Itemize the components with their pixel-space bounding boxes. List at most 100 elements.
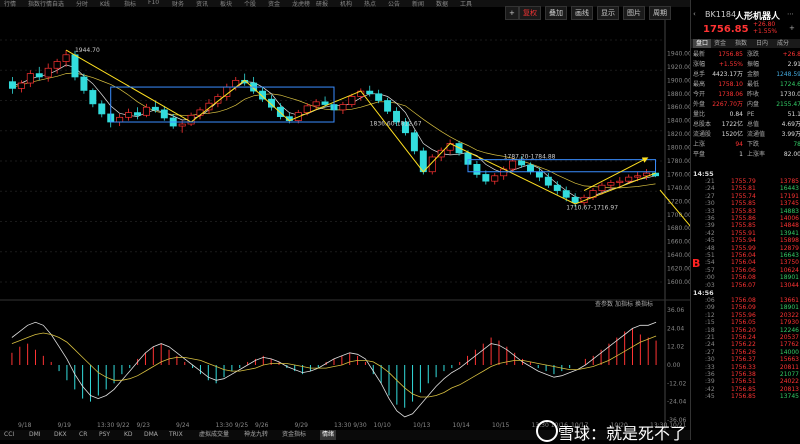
- tick-time: :36: [705, 371, 715, 378]
- macd-tool-link[interactable]: 查参数: [595, 300, 613, 308]
- indicator-tab[interactable]: DKX: [54, 430, 67, 440]
- quote-panel: BK1184 人形机器人 1756.85 +26.80 +1.55% ‹ ⋯ +…: [690, 0, 800, 440]
- date-label: 13:30 9/30: [334, 422, 367, 429]
- candle: [80, 73, 88, 94]
- range1-label: 1836.60-1812.67: [370, 120, 422, 127]
- quote-label: 今开: [693, 91, 706, 98]
- quote-label: 平盘: [693, 151, 706, 158]
- toolbar-button[interactable]: 图片: [623, 6, 645, 20]
- tick-price: 1756.33: [731, 363, 756, 371]
- candle-body: [473, 164, 481, 175]
- indicator-tab[interactable]: DMA: [144, 430, 158, 440]
- candle-body: [535, 171, 543, 178]
- candle-body: [634, 175, 642, 178]
- price-tick-label: 1880.00: [667, 91, 690, 98]
- tick-volume: 15898: [779, 237, 799, 245]
- quote-label: PE: [747, 111, 755, 118]
- tick-volume: 14883: [779, 207, 799, 215]
- quote-value: 1248.59: [776, 71, 800, 78]
- add-watchlist-icon[interactable]: +: [789, 24, 795, 32]
- macd-tool-link[interactable]: 换指标: [635, 300, 653, 308]
- quote-tab[interactable]: 盘口: [693, 39, 712, 48]
- toolbar-button[interactable]: 复权: [519, 6, 541, 20]
- quote-row: 量比 0.84 PE 51.1: [691, 110, 800, 120]
- toolbar-button[interactable]: 周期: [649, 6, 671, 20]
- tick-time: :51: [705, 252, 715, 259]
- quote-label: 外盘: [693, 101, 706, 108]
- candle: [8, 76, 16, 94]
- candle: [62, 50, 70, 67]
- quote-value: 3.99万: [781, 131, 800, 138]
- change-value: +26.80: [753, 21, 776, 28]
- tick-row: :36 1756.38 21077: [691, 371, 800, 378]
- quote-tab[interactable]: 日内: [756, 39, 768, 48]
- indicator-tab[interactable]: PSY: [99, 430, 110, 440]
- tick-row: :27 1755.74 17191: [691, 193, 800, 200]
- tick-price: 1756.20: [731, 326, 756, 334]
- tick-row: :06 1756.08 13661: [691, 297, 800, 304]
- tick-row: :57 1756.06 10624: [691, 267, 800, 274]
- indicator-tab[interactable]: DMI: [29, 430, 41, 440]
- more-icon[interactable]: ⋯: [787, 10, 794, 18]
- macd-tick-label: 0.00: [667, 362, 681, 369]
- macd-tool-link[interactable]: 加指标: [615, 300, 633, 308]
- indicator-tab[interactable]: TRIX: [169, 430, 183, 440]
- quote-value: 0.84: [729, 111, 743, 118]
- zoom-in-button[interactable]: +: [505, 6, 519, 20]
- date-label: 9/26: [255, 422, 269, 429]
- low-price-label: 1710.67-1716.97: [566, 204, 618, 211]
- quote-row: 涨幅 +1.55% 振幅 2.91: [691, 60, 800, 70]
- buy-marker-label: B: [692, 257, 701, 270]
- quote-tab[interactable]: 资金: [714, 39, 726, 48]
- tick-time: :09: [705, 304, 715, 312]
- tick-price: 1755.99: [731, 244, 756, 252]
- indicator-tab[interactable]: KD: [124, 430, 133, 440]
- candle: [169, 113, 177, 129]
- candle-body: [410, 132, 418, 152]
- tick-row: :21 1756.24 20537: [691, 334, 800, 341]
- candle-body: [616, 180, 624, 183]
- toolbar-button[interactable]: 显示: [597, 6, 619, 20]
- back-icon[interactable]: ‹: [693, 10, 696, 18]
- tick-price: 1755.83: [731, 207, 756, 215]
- price-tick-label: 1940.00: [667, 50, 690, 57]
- quote-tab[interactable]: 指数: [735, 39, 747, 48]
- quote-value: 82.00: [783, 151, 800, 158]
- indicator-tab[interactable]: CCI: [4, 430, 14, 440]
- date-label: 10/13: [413, 422, 430, 429]
- indicator-tab[interactable]: 情绪: [320, 430, 337, 440]
- quote-label: 总股本: [693, 121, 712, 128]
- tick-volume: 13750: [779, 259, 799, 267]
- candle-body: [134, 112, 141, 116]
- tick-volume: 14000: [779, 348, 799, 356]
- kline-chart[interactable]: 1940.00 1920.00 1900.00 1880.00 1860.00 1840.…: [0, 0, 690, 440]
- toolbar-button[interactable]: 叠加: [545, 6, 567, 20]
- candle-body: [509, 160, 517, 170]
- candle-body: [321, 101, 329, 105]
- indicator-tab[interactable]: 资金指标: [282, 430, 306, 440]
- quote-value: 1730.0: [780, 91, 800, 98]
- quote-value: 1520亿: [721, 131, 743, 138]
- candle-body: [527, 164, 534, 173]
- indicator-tab[interactable]: CR: [79, 430, 87, 440]
- tick-row: :21 1755.79 13785: [691, 178, 800, 185]
- candle-body: [178, 123, 186, 127]
- tick-time: :39: [705, 378, 715, 386]
- indicator-tab[interactable]: 神龙九转: [244, 430, 268, 440]
- candle-body: [98, 103, 106, 115]
- quote-label: 下跌: [747, 141, 760, 148]
- tick-price: 1755.81: [731, 185, 756, 193]
- candle: [446, 139, 454, 155]
- tick-volume: 13785: [779, 178, 799, 185]
- tick-time: :21: [705, 334, 715, 341]
- quote-tab[interactable]: 成分: [777, 39, 789, 48]
- candle: [491, 173, 499, 185]
- toolbar-button[interactable]: 画线: [571, 6, 593, 20]
- tick-row: :27 1756.26 14000: [691, 349, 800, 356]
- quote-label: 总值: [747, 121, 760, 128]
- indicator-tab[interactable]: 虚拟成交量: [199, 430, 229, 440]
- tick-row: :39 1756.51 24022: [691, 378, 800, 385]
- price-tick-label: 1620.00: [667, 266, 690, 273]
- price-tick-label: 1600.00: [667, 279, 690, 286]
- tick-row: :45 1756.85 13745: [691, 393, 800, 400]
